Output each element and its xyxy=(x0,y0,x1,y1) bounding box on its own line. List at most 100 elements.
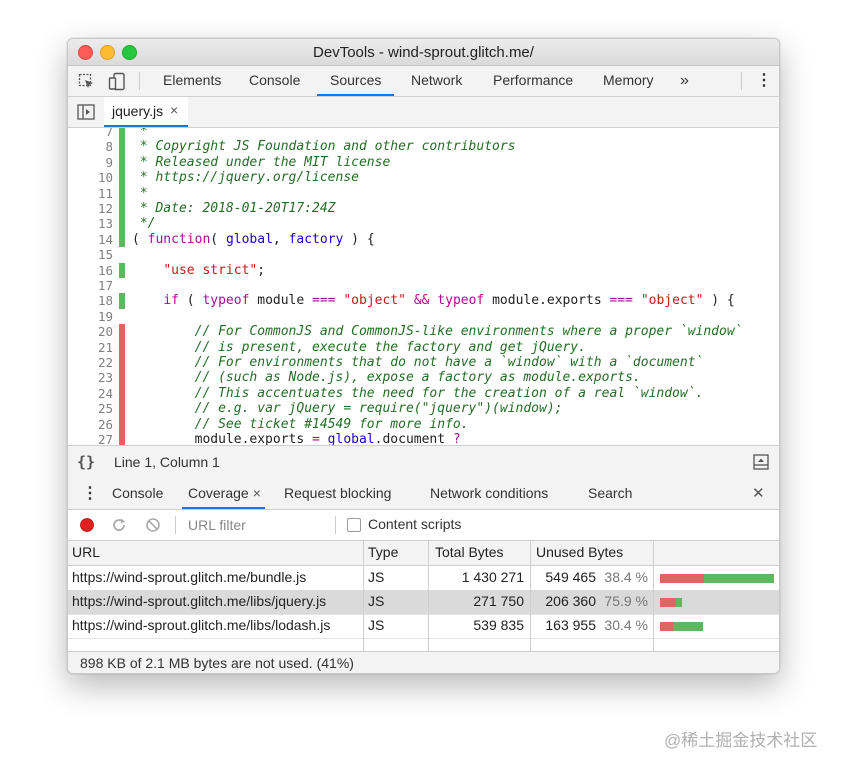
line-number[interactable]: 8 xyxy=(68,139,113,154)
tab-performance[interactable]: Performance xyxy=(493,66,573,96)
coverage-marker-used xyxy=(119,128,125,140)
tab-elements[interactable]: Elements xyxy=(163,66,221,96)
coverage-summary-bar: 898 KB of 2.1 MB bytes are not used. (41… xyxy=(68,651,779,673)
device-toolbar-icon[interactable] xyxy=(108,72,126,92)
code-token: // For CommonJS and CommonJS-like enviro… xyxy=(194,324,743,340)
column-header-unused-bytes[interactable]: Unused Bytes xyxy=(536,544,623,560)
drawer-menu-button[interactable]: ⋮ xyxy=(82,479,98,509)
reload-icon[interactable] xyxy=(111,517,127,533)
code-token: , xyxy=(272,231,289,247)
line-number[interactable]: 13 xyxy=(68,216,113,231)
line-number[interactable]: 17 xyxy=(68,278,113,293)
column-divider xyxy=(653,541,654,663)
code-token: // is present, execute the factory and g… xyxy=(194,339,586,355)
code-token: ? xyxy=(452,432,461,445)
tab-console[interactable]: Console xyxy=(249,66,300,96)
line-number[interactable]: 11 xyxy=(68,186,113,201)
coverage-marker-unused xyxy=(119,432,125,445)
used-bytes-bar xyxy=(673,622,703,631)
coverage-marker-used xyxy=(119,139,125,155)
table-row[interactable]: https://wind-sprout.glitch.me/bundle.js J… xyxy=(68,566,779,591)
tab-network[interactable]: Network xyxy=(411,66,462,96)
code-line: 7 * xyxy=(68,128,779,140)
column-header-total-bytes[interactable]: Total Bytes xyxy=(435,544,503,560)
toolbar-divider xyxy=(335,516,336,534)
code-token: * xyxy=(132,128,148,139)
close-file-tab-icon[interactable]: × xyxy=(170,102,178,118)
code-token: module xyxy=(249,293,313,309)
code-token: */ xyxy=(132,216,156,232)
code-token: // See ticket #14549 for more info. xyxy=(194,416,469,432)
code-token: "use strict" xyxy=(163,262,258,278)
code-line: 16 "use strict"; xyxy=(68,262,779,278)
editor-status-bar: {} Line 1, Column 1 xyxy=(68,445,779,480)
column-divider xyxy=(363,541,364,663)
line-number[interactable]: 14 xyxy=(68,232,113,247)
drawer-tab-network-conditions[interactable]: Network conditions xyxy=(430,479,548,509)
column-header-url[interactable]: URL xyxy=(72,544,100,560)
drawer-tab-bar: ⋮ Console Coverage × Request blocking Networ… xyxy=(68,479,779,510)
code-text: "use strict"; xyxy=(132,263,265,278)
drawer-tab-coverage[interactable]: Coverage × xyxy=(182,479,265,509)
coverage-marker-unused xyxy=(119,370,125,386)
url-filter-input[interactable]: URL filter xyxy=(188,517,246,533)
line-number[interactable]: 15 xyxy=(68,247,113,262)
line-number[interactable]: 24 xyxy=(68,386,113,401)
code-token: // For environments that do not have a `… xyxy=(194,355,704,370)
tab-memory[interactable]: Memory xyxy=(603,66,654,96)
close-tab-icon[interactable]: × xyxy=(253,485,261,501)
line-number[interactable]: 19 xyxy=(68,309,113,324)
column-divider xyxy=(530,541,531,663)
file-tab-jquery[interactable]: jquery.js × xyxy=(104,97,188,127)
line-number[interactable]: 27 xyxy=(68,432,113,445)
code-line: 21 // is present, execute the factory an… xyxy=(68,339,779,355)
line-number[interactable]: 10 xyxy=(68,170,113,185)
drawer-tab-label: Search xyxy=(588,485,633,501)
toolbar-divider xyxy=(139,72,140,90)
table-row[interactable]: https://wind-sprout.glitch.me/libs/lodas… xyxy=(68,614,779,639)
line-number[interactable]: 16 xyxy=(68,263,113,278)
content-scripts-checkbox[interactable] xyxy=(347,518,361,532)
column-header-type[interactable]: Type xyxy=(368,544,398,560)
code-text: // (such as Node.js), expose a factory a… xyxy=(132,370,641,385)
used-bytes-bar xyxy=(703,574,774,583)
watermark: @稀土掘金技术社区 xyxy=(664,731,818,750)
line-number[interactable]: 23 xyxy=(68,370,113,385)
line-number[interactable]: 7 xyxy=(68,128,113,139)
line-number[interactable]: 22 xyxy=(68,355,113,370)
drawer-tab-label: Coverage xyxy=(188,485,249,501)
coverage-marker-used xyxy=(119,216,125,232)
line-number[interactable]: 26 xyxy=(68,417,113,432)
line-number[interactable]: 21 xyxy=(68,340,113,355)
unused-bytes-bar xyxy=(660,598,677,607)
tab-sources[interactable]: Sources xyxy=(317,66,395,96)
toggle-debugger-icon[interactable] xyxy=(753,454,769,470)
pretty-print-button[interactable]: {} xyxy=(77,453,95,471)
devtools-menu-button[interactable]: ⋮ xyxy=(756,66,772,96)
code-editor[interactable]: 7 * 8 * Copyright JS Foundation and other… xyxy=(68,128,779,445)
close-drawer-button[interactable]: ✕ xyxy=(752,479,765,509)
line-number[interactable]: 20 xyxy=(68,324,113,339)
record-icon[interactable] xyxy=(79,517,95,533)
cell-unused-percent: 30.4 % xyxy=(604,617,648,633)
drawer-tab-search[interactable]: Search xyxy=(588,479,632,509)
code-line: 18 if ( typeof module === "object" && ty… xyxy=(68,293,779,309)
code-text: // is present, execute the factory and g… xyxy=(132,340,586,355)
table-row[interactable]: https://wind-sprout.glitch.me/libs/jquer… xyxy=(68,590,779,615)
clear-icon[interactable] xyxy=(145,517,161,533)
line-number[interactable]: 12 xyxy=(68,201,113,216)
line-number[interactable]: 18 xyxy=(68,293,113,308)
toggle-navigator-icon[interactable] xyxy=(77,104,95,120)
inspect-element-icon[interactable] xyxy=(78,73,96,91)
more-tabs-button[interactable]: » xyxy=(680,66,689,96)
line-number[interactable]: 25 xyxy=(68,401,113,416)
line-number[interactable]: 9 xyxy=(68,155,113,170)
drawer-tab-console[interactable]: Console xyxy=(112,479,163,509)
drawer-tab-request-blocking[interactable]: Request blocking xyxy=(284,479,391,509)
code-text: module.exports = global.document ? xyxy=(132,432,461,445)
unused-bytes-bar xyxy=(660,622,674,631)
